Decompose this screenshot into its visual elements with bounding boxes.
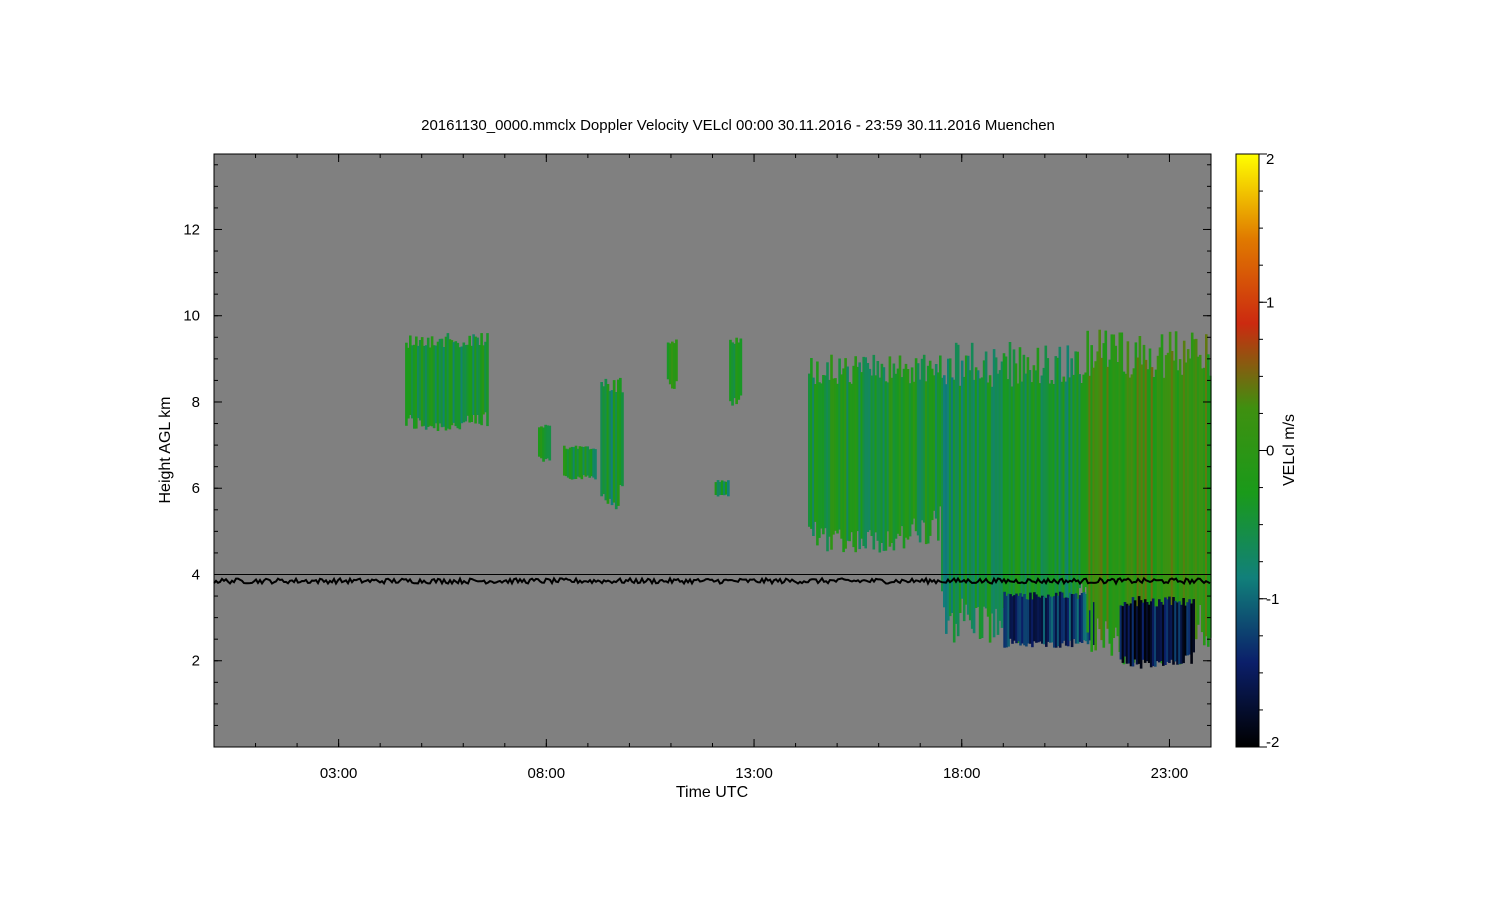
echo-streak xyxy=(739,338,743,396)
x-tick-label: 03:00 xyxy=(320,765,358,782)
echo-streak xyxy=(1192,599,1195,653)
colorbar-tick-label: -1 xyxy=(1266,591,1279,608)
colorbar-label: VELcl m/s xyxy=(1281,414,1298,486)
echo-streak xyxy=(486,333,489,427)
x-tick-label: 08:00 xyxy=(528,765,566,782)
echo-streak xyxy=(621,392,624,487)
echo-region xyxy=(714,480,730,497)
y-tick-label: 10 xyxy=(183,308,200,325)
plot-area xyxy=(213,153,1212,748)
x-axis-label: Time UTC xyxy=(676,784,748,801)
y-tick-label: 12 xyxy=(183,221,200,238)
echo-streak xyxy=(548,425,552,461)
y-tick-label: 8 xyxy=(192,394,200,411)
colorbar-tick-label: 1 xyxy=(1266,294,1274,311)
y-tick-label: 4 xyxy=(192,566,200,583)
echo-streak xyxy=(594,449,597,480)
colorbar-tick-label: 2 xyxy=(1266,151,1274,168)
doppler-velocity-chart: 20161130_0000.mmclx Doppler Velocity VEL… xyxy=(157,117,1298,801)
echo-region xyxy=(729,337,743,406)
x-tick-label: 13:00 xyxy=(735,765,773,782)
echo-region xyxy=(405,333,489,431)
echo-region xyxy=(1119,596,1195,669)
echo-region xyxy=(1003,591,1096,648)
y-tick-label: 2 xyxy=(192,653,200,670)
echo-region xyxy=(538,424,552,462)
y-tick-label: 6 xyxy=(192,480,200,497)
echo-streak xyxy=(727,480,730,497)
echo-region xyxy=(563,445,597,480)
colorbar-tick-label: -2 xyxy=(1266,734,1279,751)
colorbar-ticks: 2 1 0 -1 -2 xyxy=(1259,151,1279,751)
y-axis-label: Height AGL km xyxy=(157,396,174,503)
colorbar-gradient xyxy=(1235,153,1260,748)
colorbar-tick-label: 0 xyxy=(1266,443,1274,460)
echo-streak xyxy=(675,339,678,382)
chart-title: 20161130_0000.mmclx Doppler Velocity VEL… xyxy=(421,117,1055,134)
colorbar: 2 1 0 -1 -2 xyxy=(1235,151,1279,751)
x-tick-label: 18:00 xyxy=(943,765,981,782)
x-tick-label: 23:00 xyxy=(1151,765,1189,782)
